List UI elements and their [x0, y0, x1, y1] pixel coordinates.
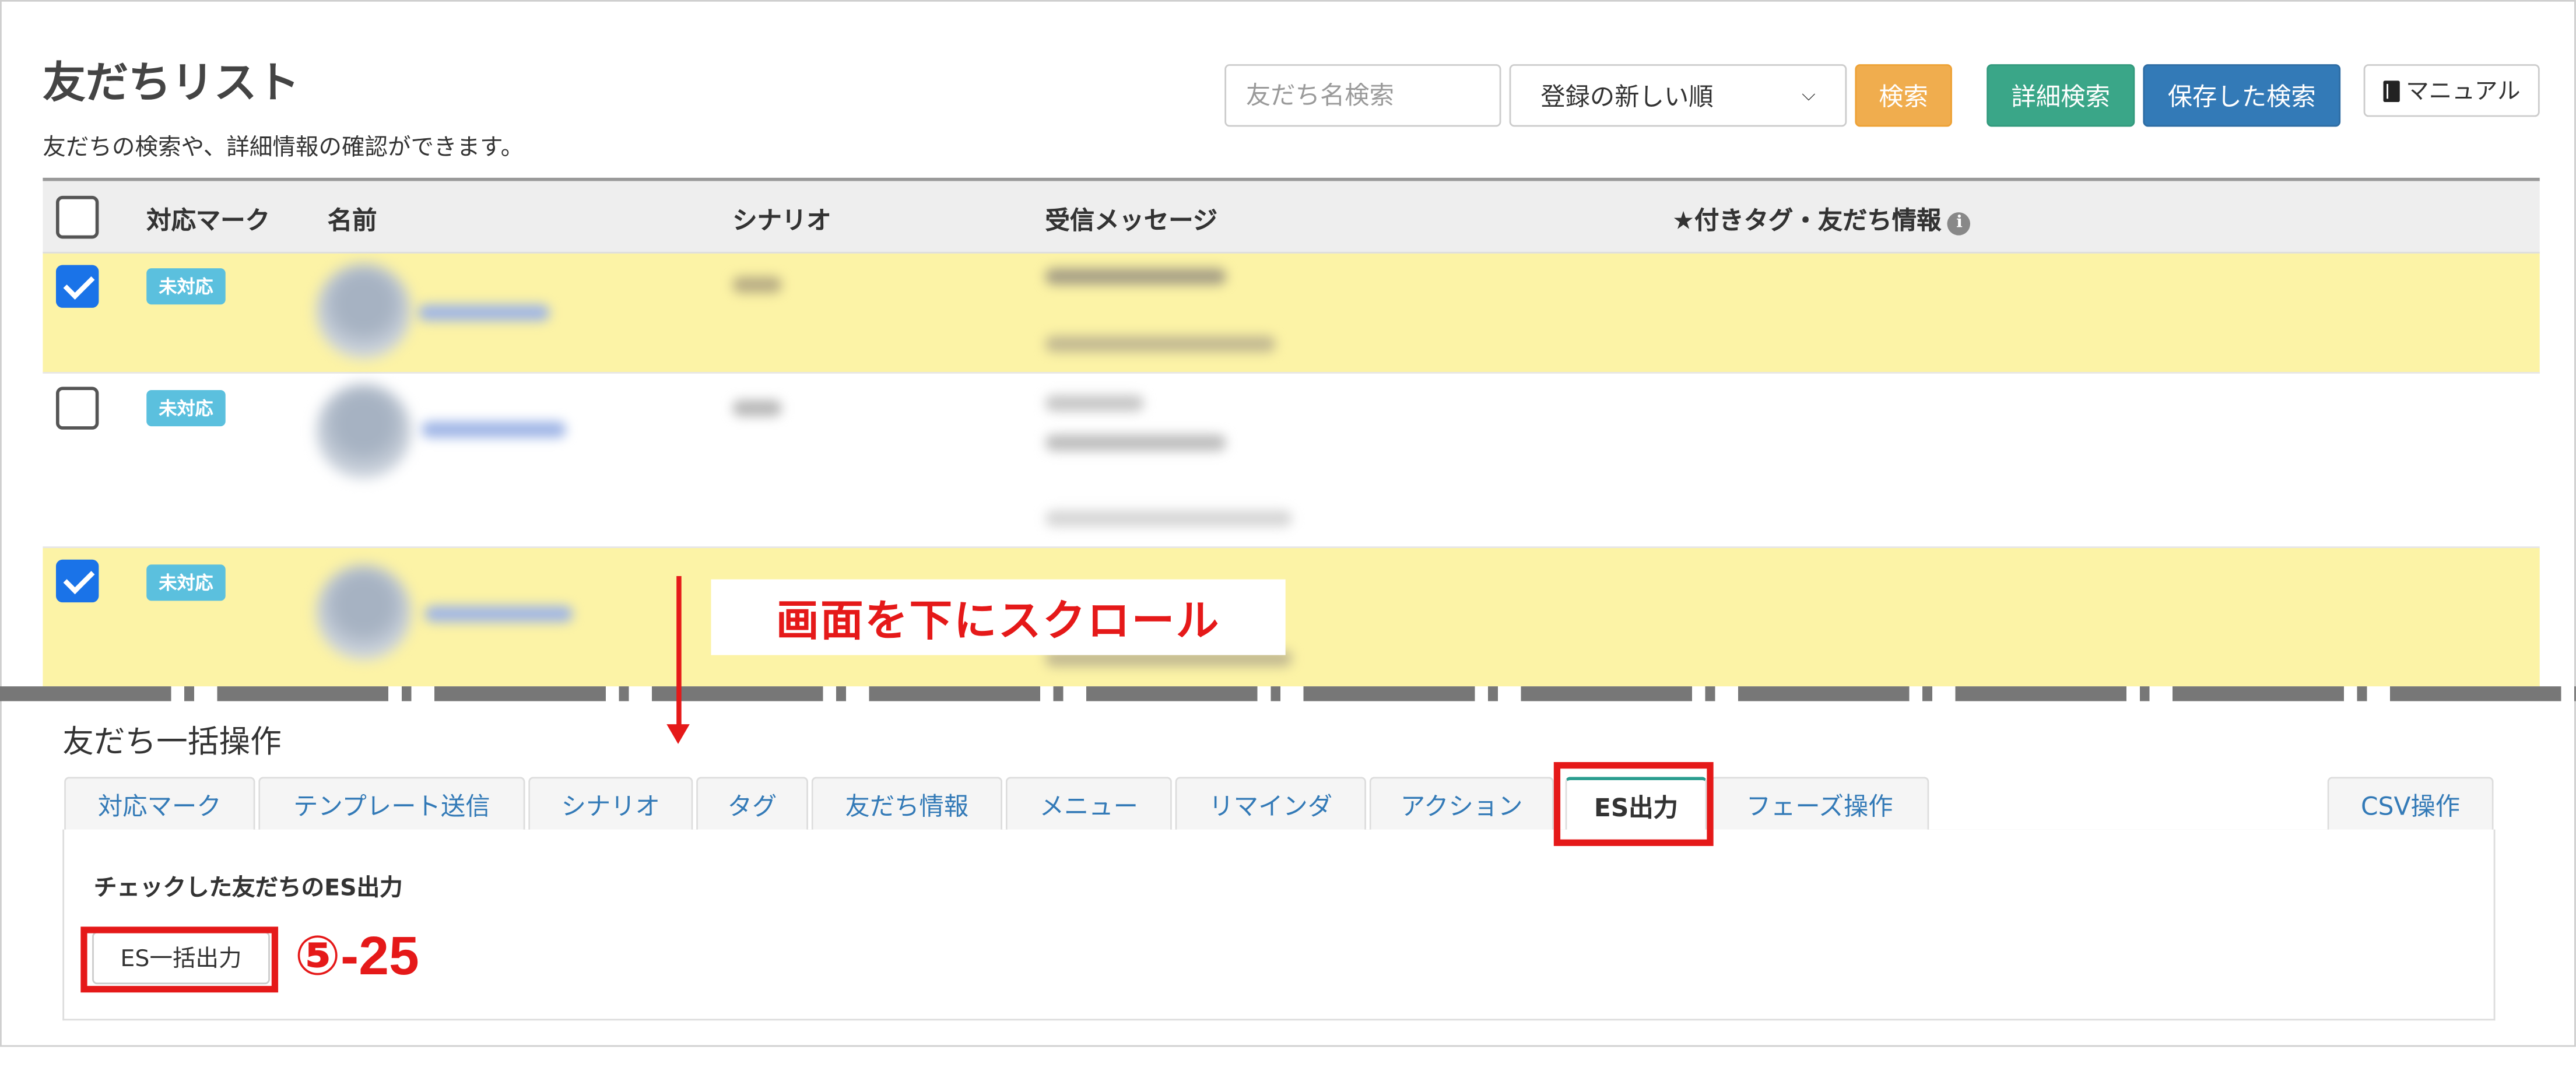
table-row[interactable]: 未対応 — [43, 373, 2540, 549]
blurred-friend-name — [418, 304, 550, 321]
column-header-received-message: 受信メッセージ — [1045, 205, 1218, 236]
table-row[interactable]: 未対応 — [43, 253, 2540, 374]
tab-csv-operation[interactable]: CSV操作 — [2327, 777, 2494, 831]
manual-button[interactable]: マニュアル — [2363, 64, 2540, 117]
tab-panel-es-output — [62, 829, 2496, 1021]
blurred-friend-name — [424, 605, 573, 623]
avatar — [315, 263, 412, 359]
status-badge: 未対応 — [146, 390, 226, 427]
sort-selected-label: 登録の新しい順 — [1540, 81, 1714, 111]
scroll-divider — [0, 686, 2576, 701]
friend-name-search-input[interactable] — [1224, 64, 1501, 127]
table-row[interactable]: 未対応 — [43, 548, 2540, 687]
row-checkbox[interactable] — [55, 265, 99, 308]
blurred-scenario — [732, 399, 782, 417]
avatar — [315, 564, 412, 660]
blurred-friend-name — [421, 421, 567, 438]
tab-action[interactable]: アクション — [1369, 777, 1554, 831]
tab-friend-info[interactable]: 友だち情報 — [811, 777, 1003, 831]
chevron-down-icon: ⌵ — [1802, 83, 1816, 106]
blurred-message — [1045, 268, 1227, 285]
screenshot-stage: 友だちリスト 友だちの検索や、詳細情報の確認ができます。 登録の新しい順 ⌵ 検… — [0, 0, 2576, 1065]
tab-template-send[interactable]: テンプレート送信 — [258, 777, 525, 831]
blurred-message — [1045, 434, 1227, 451]
page-title: 友だちリスト — [43, 59, 300, 109]
panel-heading: チェックした友だちのES出力 — [93, 875, 403, 902]
row-checkbox[interactable] — [55, 387, 99, 430]
detail-search-button[interactable]: 詳細検索 — [1987, 64, 2135, 127]
page-subtitle: 友だちの検索や、詳細情報の確認ができます。 — [43, 135, 524, 162]
scroll-instruction-label: 画面を下にスクロール — [711, 579, 1286, 655]
tab-tag[interactable]: タグ — [696, 777, 809, 831]
status-badge: 未対応 — [146, 268, 226, 305]
table-header: 対応マーク 名前 シナリオ 受信メッセージ ★付きタグ・友だち情報 i — [43, 177, 2540, 254]
tab-scenario[interactable]: シナリオ — [528, 777, 693, 831]
saved-search-button[interactable]: 保存した検索 — [2143, 64, 2341, 127]
manual-button-label: マニュアル — [2406, 79, 2521, 106]
column-header-scenario: シナリオ — [732, 205, 831, 236]
bulk-operations-title: 友だち一括操作 — [62, 724, 282, 761]
column-header-tags-info-label: ★付きタグ・友だち情報 — [1672, 205, 1942, 236]
blurred-timestamp — [1045, 510, 1292, 527]
tab-phase-operation[interactable]: フェーズ操作 — [1710, 777, 1929, 831]
book-icon — [2382, 79, 2399, 101]
status-badge: 未対応 — [146, 564, 226, 601]
highlight-box-es-button — [80, 926, 279, 993]
sort-order-select[interactable]: 登録の新しい順 ⌵ — [1509, 64, 1847, 127]
column-header-status-mark: 対応マーク — [146, 205, 270, 236]
tab-menu[interactable]: メニュー — [1005, 777, 1172, 831]
avatar — [315, 383, 412, 479]
row-checkbox[interactable] — [55, 559, 99, 603]
select-all-checkbox[interactable] — [55, 195, 99, 239]
highlight-box-es-tab — [1553, 762, 1714, 846]
blurred-message — [1045, 395, 1144, 412]
column-header-name: 名前 — [327, 205, 377, 236]
scroll-down-arrow — [666, 576, 690, 744]
blurred-scenario — [732, 276, 782, 293]
step-number-label: ⑤-25 — [294, 925, 419, 986]
blurred-timestamp — [1045, 335, 1276, 353]
tab-reminder[interactable]: リマインダ — [1175, 777, 1367, 831]
tab-status-mark[interactable]: 対応マーク — [64, 777, 255, 831]
search-button[interactable]: 検索 — [1855, 64, 1952, 127]
column-header-tags-info: ★付きタグ・友だち情報 i — [1672, 202, 1971, 237]
info-icon[interactable]: i — [1947, 212, 1971, 236]
